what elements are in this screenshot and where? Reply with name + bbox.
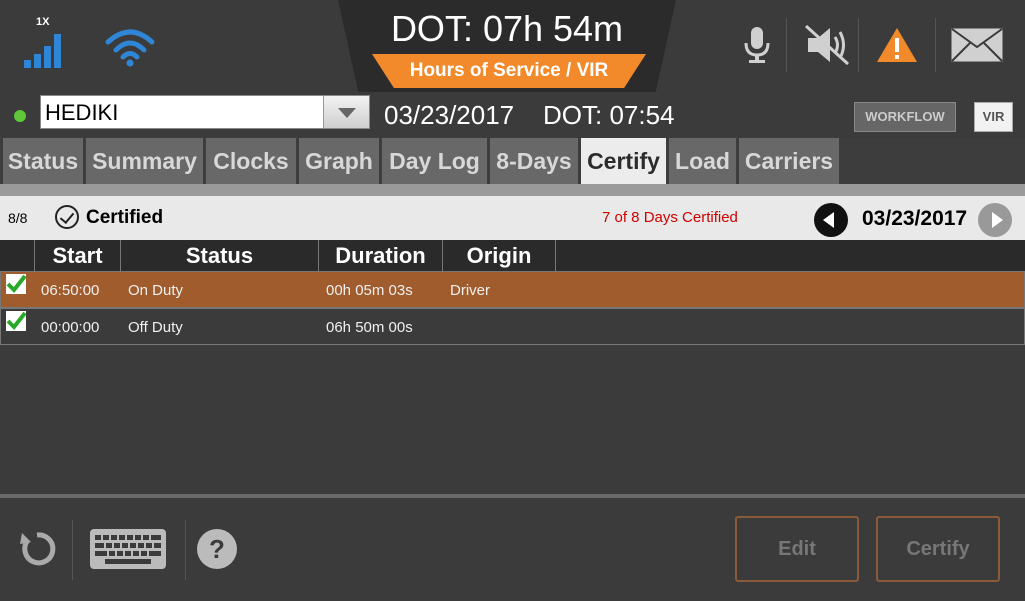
help-icon[interactable]: ? (196, 528, 238, 575)
svg-text:?: ? (209, 534, 225, 564)
certified-count: 8/8 (8, 210, 28, 226)
chevron-down-icon[interactable] (323, 96, 369, 128)
tab-8-days[interactable]: 8-Days (490, 138, 578, 184)
separator (858, 18, 859, 72)
tab-day-log[interactable]: Day Log (382, 138, 487, 184)
certified-label: Certified (86, 207, 164, 228)
driver-name: HEDIKI (45, 100, 119, 125)
current-date: 03/23/2017 (384, 100, 515, 130)
separator (935, 18, 936, 72)
driver-row: HEDIKI 03/23/2017 DOT: 07:54 WORKFLOW VI… (0, 92, 1025, 138)
next-day-icon[interactable] (978, 203, 1012, 237)
tab-load[interactable]: Load (669, 138, 736, 184)
row-origin: Driver (450, 282, 490, 299)
dot-remaining: DOT: 07:54 (543, 100, 675, 130)
row-duration: 06h 50m 00s (326, 319, 413, 336)
row-status: Off Duty (128, 319, 183, 336)
previous-day-icon[interactable] (814, 203, 848, 237)
checkmark-icon[interactable] (5, 273, 27, 295)
sound-muted-icon[interactable] (800, 20, 854, 70)
column-header-duration[interactable]: Duration (319, 240, 443, 271)
separator (185, 520, 186, 580)
workflow-button[interactable]: WORKFLOW (854, 102, 956, 132)
column-header-origin[interactable]: Origin (443, 240, 556, 271)
warning-icon[interactable] (870, 20, 924, 70)
top-bar: 1X DOT: 07h 54m Hours of Service / VIR (0, 0, 1025, 92)
column-header-status[interactable]: Status (121, 240, 319, 271)
vir-button[interactable]: VIR (974, 102, 1013, 132)
dot-time: DOT: 07h 54m (390, 8, 624, 49)
tab-status[interactable]: Status (3, 138, 83, 184)
mail-icon[interactable] (950, 20, 1004, 70)
tab-underline (0, 184, 1025, 196)
tab-carriers[interactable]: Carriers (739, 138, 839, 184)
row-start: 00:00:00 (41, 319, 100, 336)
table-row[interactable]: 06:50:00 On Duty 00h 05m 03s Driver (0, 271, 1025, 308)
certification-bar: 8/8 Certified 7 of 8 Days Certified 03/2… (0, 196, 1025, 240)
microphone-icon[interactable] (730, 20, 784, 70)
column-header-start[interactable]: Start (35, 240, 121, 271)
row-status: On Duty (128, 282, 184, 299)
separator (72, 520, 73, 580)
tab-graph[interactable]: Graph (299, 138, 379, 184)
tab-certify[interactable]: Certify (581, 138, 666, 184)
separator (786, 18, 787, 72)
certify-button[interactable]: Certify (876, 516, 1000, 582)
tab-summary[interactable]: Summary (86, 138, 203, 184)
driver-select[interactable]: HEDIKI (40, 95, 370, 129)
refresh-icon[interactable] (16, 528, 58, 575)
signal-icon: 1X (22, 16, 66, 68)
checkmark-icon[interactable] (5, 310, 27, 332)
check-circle-icon (55, 205, 79, 229)
row-start: 06:50:00 (41, 282, 100, 299)
driver-status-indicator (14, 110, 26, 122)
log-date: 03/23/2017 (862, 207, 968, 230)
log-content-area (0, 346, 1025, 494)
days-certified-status: 7 of 8 Days Certified (602, 209, 738, 226)
table-row[interactable]: 00:00:00 Off Duty 06h 50m 00s (0, 308, 1025, 345)
table-header: Start Status Duration Origin (0, 240, 1025, 271)
keyboard-icon[interactable] (89, 528, 167, 575)
edit-button[interactable]: Edit (735, 516, 859, 582)
hos-vir-banner[interactable]: Hours of Service / VIR (372, 54, 646, 88)
row-duration: 00h 05m 03s (326, 282, 413, 299)
bottom-bar: ? Edit Certify (0, 498, 1025, 601)
tab-clocks[interactable]: Clocks (206, 138, 296, 184)
wifi-icon (104, 26, 156, 70)
signal-label: 1X (36, 16, 50, 28)
column-header-checkbox (0, 240, 35, 271)
tab-bar: Status Summary Clocks Graph Day Log 8-Da… (0, 138, 1025, 184)
